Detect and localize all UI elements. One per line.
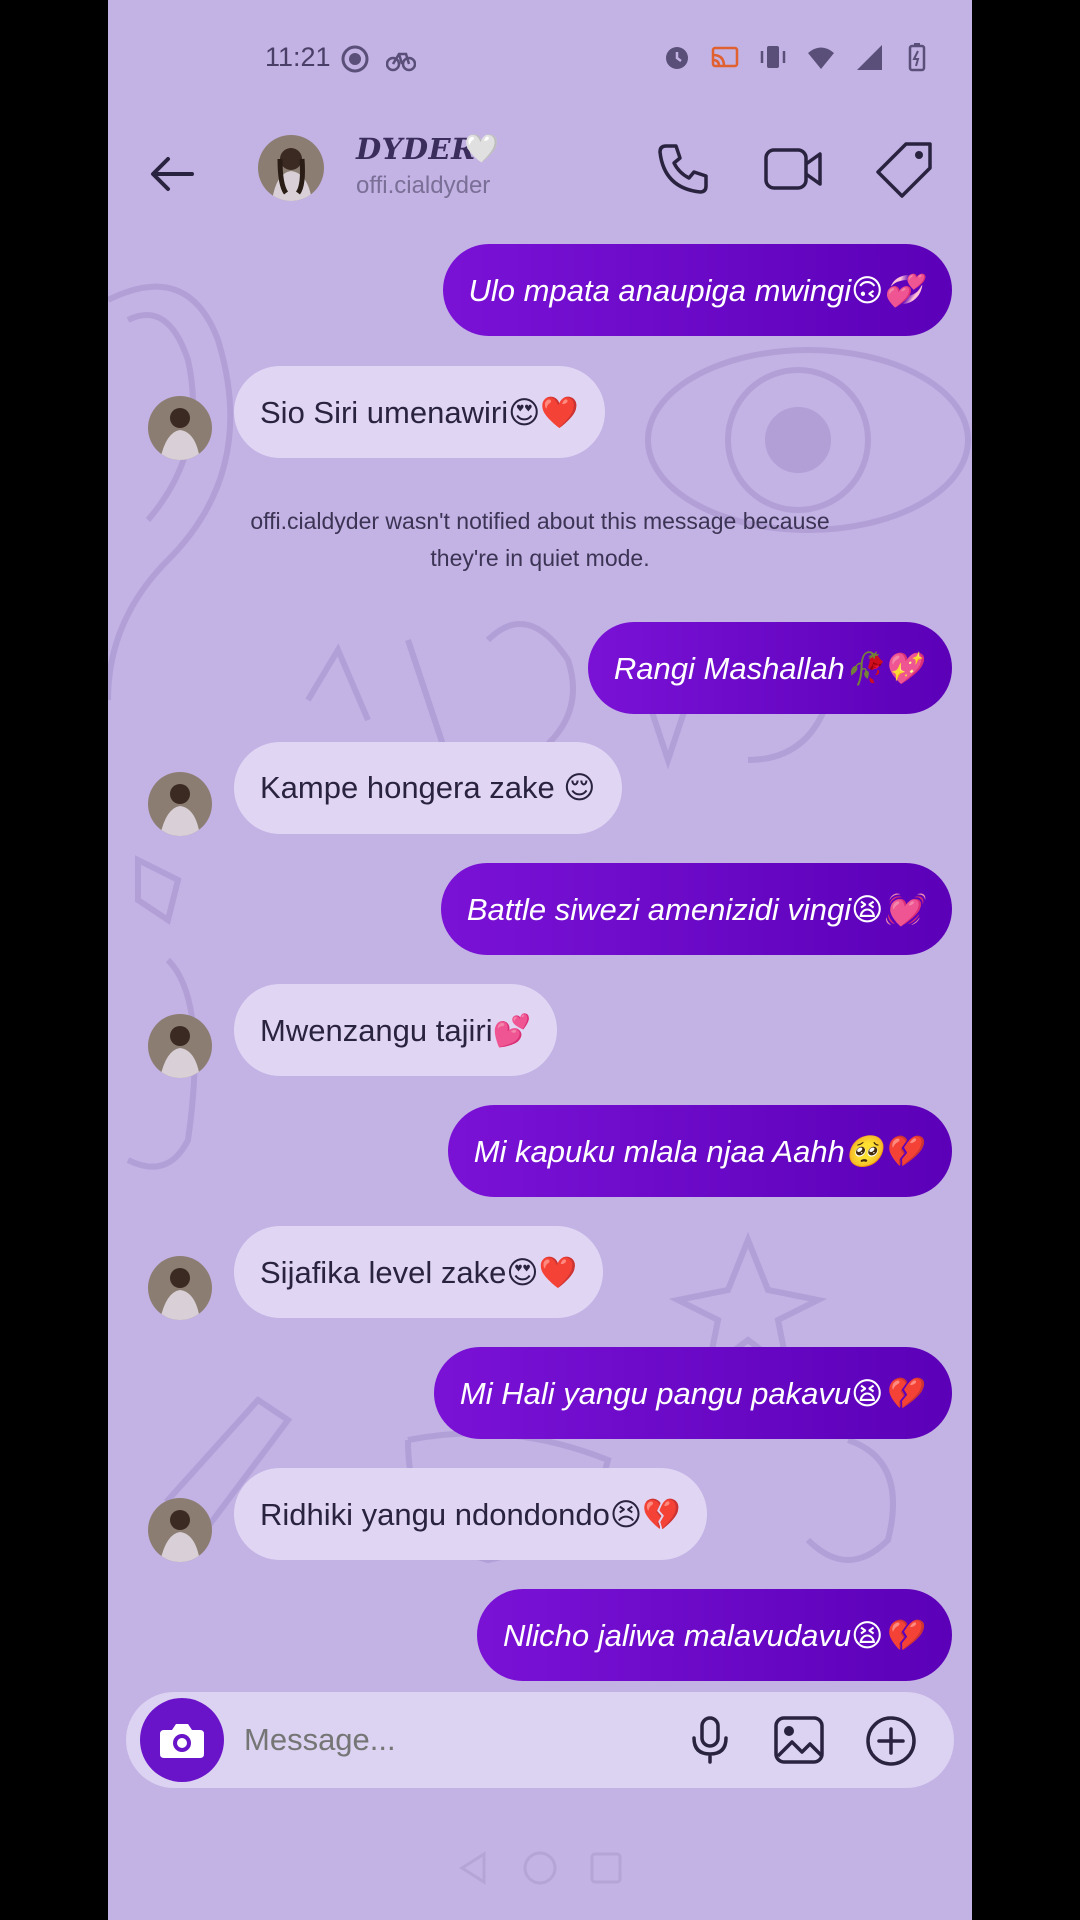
sender-avatar[interactable] bbox=[148, 1014, 212, 1078]
sender-avatar[interactable] bbox=[148, 772, 212, 836]
message-bubble-outgoing[interactable]: Ulo mpata anaupiga mwingi🙃💞 bbox=[442, 244, 952, 336]
camera-icon bbox=[160, 1724, 204, 1758]
quiet-mode-notice: offi.cialdyder wasn't notified about thi… bbox=[188, 503, 892, 577]
message-bubble-incoming[interactable]: Mwenzangu tajiri💕 bbox=[234, 984, 558, 1076]
message-bubble-outgoing[interactable]: Rangi Mashallah🥀💖 bbox=[587, 622, 952, 714]
message-bubble-incoming[interactable]: Ridhiki yangu ndondondo😣💔 bbox=[234, 1468, 707, 1560]
message-bubble-incoming[interactable]: Sio Siri umenawiri😍❤️ bbox=[234, 366, 605, 458]
nav-back-icon[interactable] bbox=[454, 1848, 494, 1888]
system-nav-bar bbox=[108, 1836, 972, 1896]
notice-line: offi.cialdyder wasn't notified about thi… bbox=[250, 508, 830, 534]
message-thread: Ulo mpata anaupiga mwingi🙃💞 Sio Siri ume… bbox=[108, 0, 972, 1920]
message-bubble-outgoing[interactable]: Nlicho jaliwa malavudavu😫💔 bbox=[477, 1589, 952, 1681]
message-bubble-outgoing[interactable]: Mi Hali yangu pangu pakavu😫💔 bbox=[433, 1347, 952, 1439]
message-bubble-incoming[interactable]: Sijafika level zake😍❤️ bbox=[234, 1226, 604, 1318]
camera-button[interactable] bbox=[140, 1698, 224, 1782]
gallery-icon[interactable] bbox=[772, 1714, 826, 1766]
sender-avatar[interactable] bbox=[148, 1256, 212, 1320]
notice-line: they're in quiet mode. bbox=[430, 545, 650, 571]
message-input[interactable] bbox=[244, 1714, 664, 1766]
message-bubble-outgoing[interactable]: Mi kapuku mlala njaa Aahh🥺💔 bbox=[447, 1105, 952, 1197]
nav-recents-icon[interactable] bbox=[586, 1848, 626, 1888]
nav-home-icon[interactable] bbox=[520, 1848, 560, 1888]
microphone-icon[interactable] bbox=[684, 1714, 736, 1766]
sender-avatar[interactable] bbox=[148, 1498, 212, 1562]
message-composer bbox=[126, 1692, 954, 1788]
message-bubble-incoming[interactable]: Kampe hongera zake 😌 bbox=[234, 742, 622, 834]
sender-avatar[interactable] bbox=[148, 396, 212, 460]
phone-screen: 11:21 DYDER 🤍 offi.cialdyder Ulo mpata a… bbox=[108, 0, 972, 1920]
add-circle-icon[interactable] bbox=[864, 1714, 918, 1768]
message-bubble-outgoing[interactable]: Battle siwezi amenizidi vingi😫💓 bbox=[440, 863, 952, 955]
